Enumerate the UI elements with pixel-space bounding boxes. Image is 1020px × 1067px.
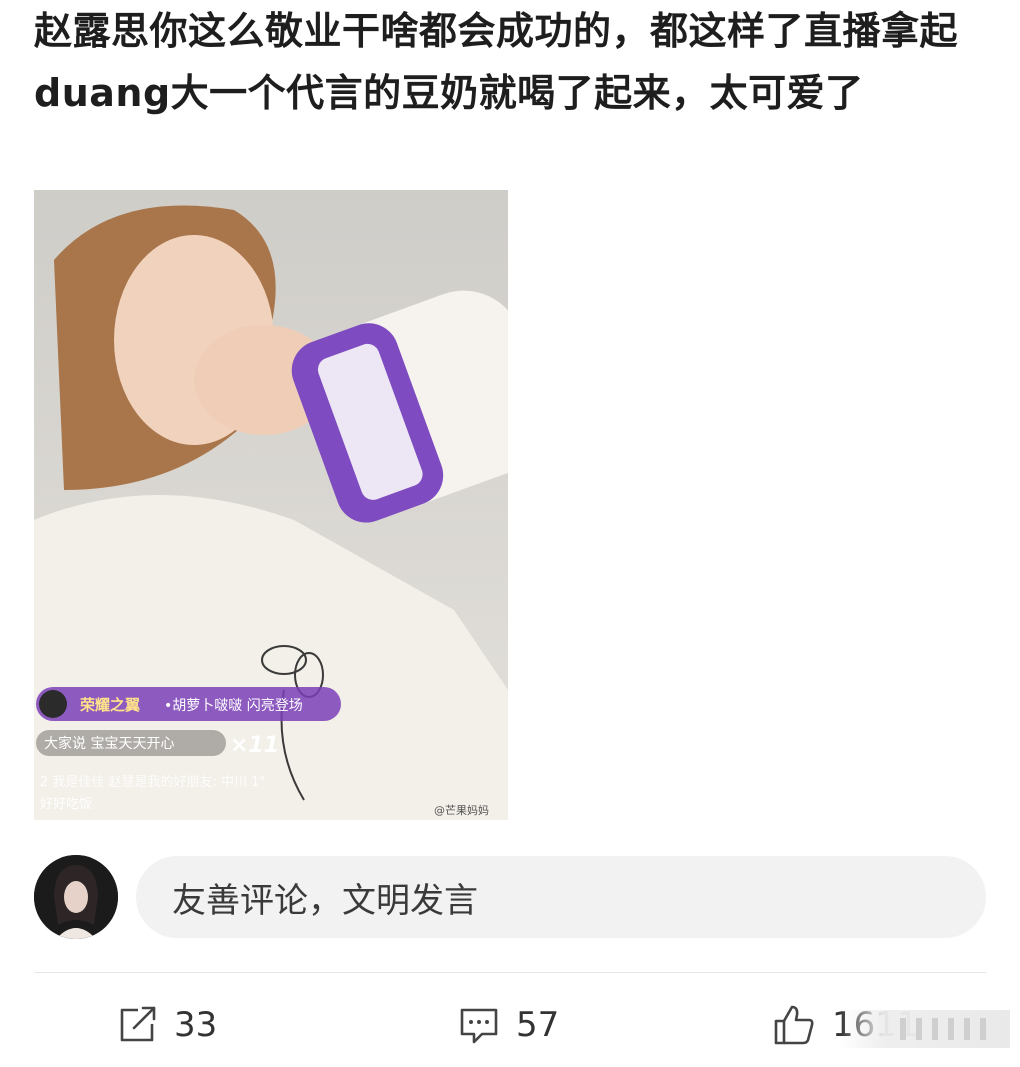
thumbs-up-icon [774,1005,814,1045]
chat-line-3: 好好吃饭 [40,796,92,812]
repost-count: 33 [174,1005,218,1045]
watermark-overlay [840,1010,1010,1048]
comment-icon [460,1008,498,1044]
livestream-photo: 荣耀之翼 •胡萝卜啵啵 闪亮登场 大家说 宝宝天天开心 ×11 2 我是佳佳 赵… [34,190,508,820]
comment-input[interactable]: 友善评论，文明发言 [136,856,986,938]
comment-count: 57 [516,1005,560,1045]
post-text: 赵露思你这么敬业干啥都会成功的，都这样了直播拿起duang大一个代言的豆奶就喝了… [34,9,959,115]
post-image[interactable]: 荣耀之翼 •胡萝卜啵啵 闪亮登场 大家说 宝宝天天开心 ×11 2 我是佳佳 赵… [34,190,508,820]
image-watermark: @芒果妈妈 [434,803,489,817]
divider [34,972,986,973]
avatar[interactable] [34,855,118,939]
chat-multiplier: ×11 [230,733,279,758]
chat-line-1: 大家说 宝宝天天开心 [44,735,174,752]
comment-button[interactable]: 57 [458,1000,559,1050]
badge-title: 荣耀之翼 [79,696,140,714]
repost-button[interactable]: 33 [116,1000,217,1050]
chat-line-2: 2 我是佳佳 赵慧是我的好朋友: 中川 1" [40,774,265,790]
comment-placeholder: 友善评论，文明发言 [172,880,478,921]
badge-event: •胡萝卜啵啵 闪亮登场 [164,697,303,714]
repost-icon [120,1006,156,1042]
